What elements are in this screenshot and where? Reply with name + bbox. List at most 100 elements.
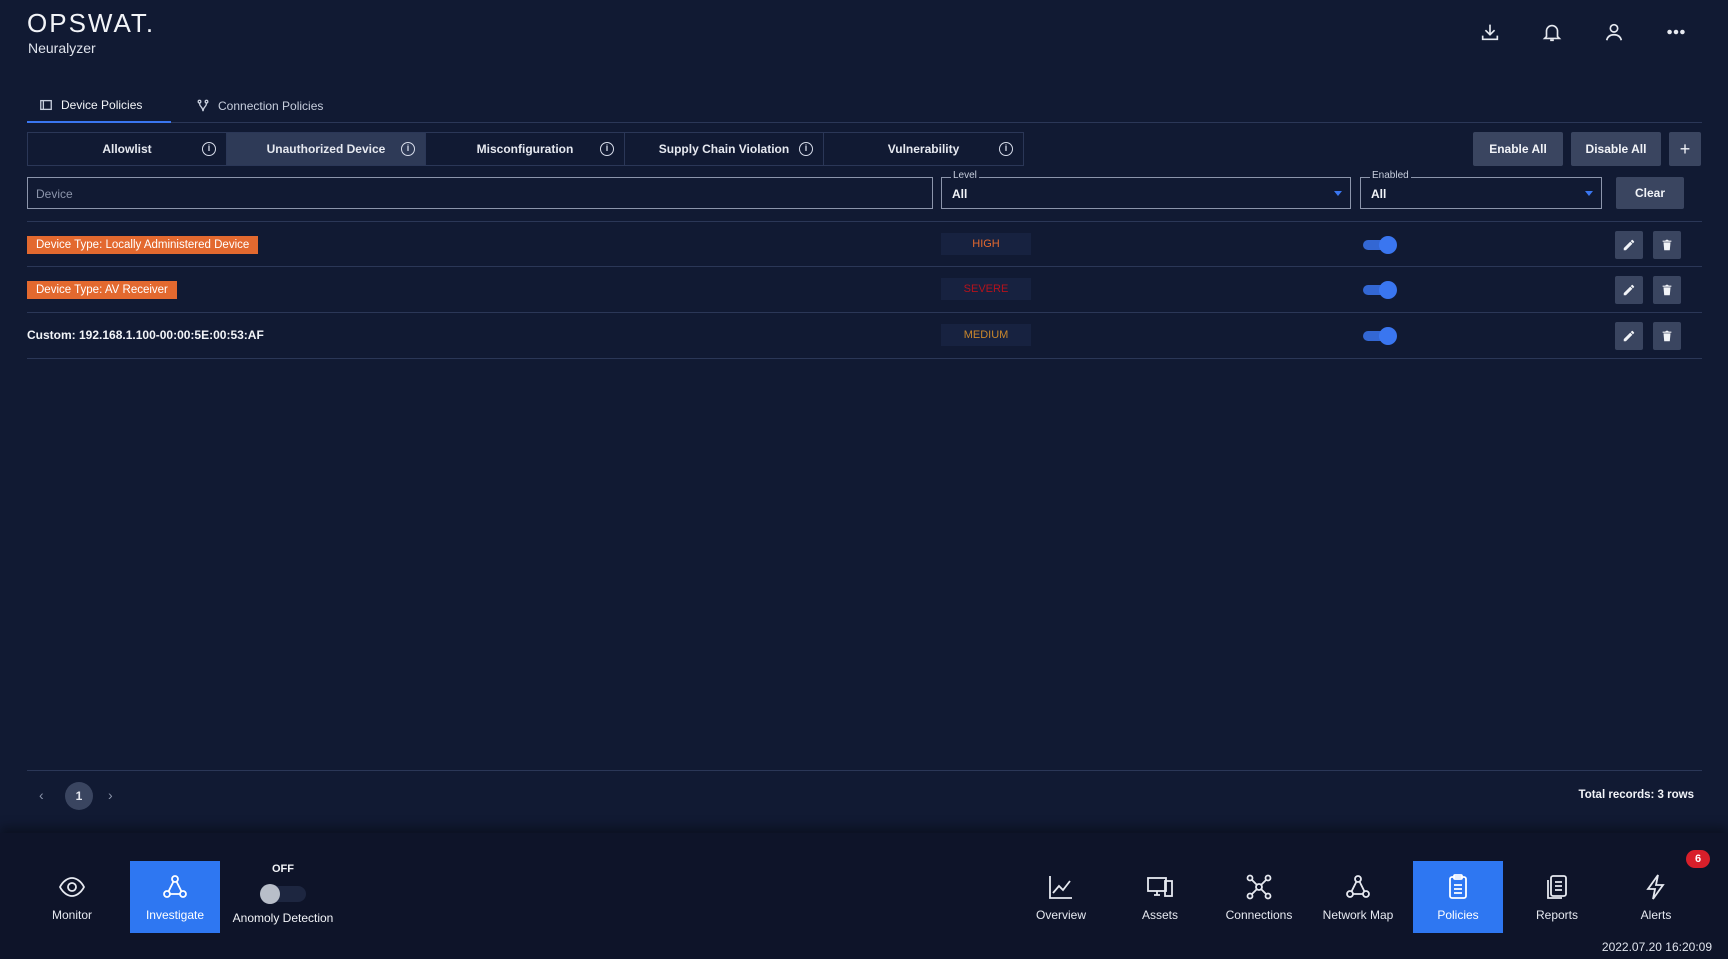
- tab-device-policies[interactable]: Device Policies: [27, 88, 171, 123]
- policy-list: Device Type: Locally Administered Device…: [27, 221, 1702, 359]
- nav-label: Connections: [1225, 908, 1293, 922]
- nav-label: Reports: [1535, 908, 1579, 922]
- download-icon[interactable]: [1478, 20, 1502, 44]
- nav-policies[interactable]: Policies: [1413, 861, 1503, 933]
- nav-label: Investigate: [145, 908, 205, 922]
- enabled-select[interactable]: Enabled All: [1360, 170, 1602, 209]
- subtab-label: Unauthorized Device: [266, 142, 386, 156]
- disable-all-button[interactable]: Disable All: [1571, 132, 1661, 166]
- device-icon: [40, 99, 52, 110]
- edit-button[interactable]: [1615, 231, 1643, 259]
- level-select[interactable]: Level All: [941, 170, 1351, 209]
- bulk-actions: Enable All Disable All +: [1473, 132, 1701, 166]
- anomaly-state: OFF: [272, 863, 294, 875]
- nav-label: Network Map: [1322, 908, 1394, 922]
- next-page-button[interactable]: ›: [108, 787, 113, 803]
- delete-button[interactable]: [1653, 276, 1681, 304]
- nav-reports[interactable]: Reports: [1512, 861, 1602, 933]
- category-subtabs: Allowlist i Unauthorized Device i Miscon…: [27, 132, 1024, 166]
- pagination: ‹ 1 › Total records: 3 rows: [27, 770, 1702, 820]
- clear-button[interactable]: Clear: [1616, 177, 1684, 209]
- more-icon[interactable]: [1664, 20, 1688, 44]
- trash-icon: [1662, 239, 1672, 251]
- edit-button[interactable]: [1615, 322, 1643, 350]
- pencil-icon: [1623, 330, 1635, 342]
- enabled-toggle[interactable]: [1363, 327, 1397, 345]
- reports-icon: [1547, 875, 1567, 899]
- policy-name: Custom: 192.168.1.100-00:00:5E:00:53:AF: [27, 328, 264, 342]
- info-icon[interactable]: i: [202, 142, 216, 156]
- page-number-button[interactable]: 1: [65, 782, 93, 810]
- chevron-down-icon: [1585, 191, 1593, 196]
- delete-button[interactable]: [1653, 231, 1681, 259]
- subtab-label: Allowlist: [102, 142, 152, 156]
- policy-tabs: Device Policies Connection Policies: [27, 88, 1702, 123]
- enabled-toggle[interactable]: [1363, 236, 1397, 254]
- user-icon[interactable]: [1602, 20, 1626, 44]
- pencil-icon: [1623, 284, 1635, 296]
- nav-label: Alerts: [1640, 908, 1672, 922]
- level-badge: MEDIUM: [941, 324, 1031, 346]
- info-icon[interactable]: i: [600, 142, 614, 156]
- enabled-value: All: [1371, 187, 1387, 201]
- enable-all-button[interactable]: Enable All: [1473, 132, 1563, 166]
- subtab-misconfiguration[interactable]: Misconfiguration i: [426, 133, 625, 165]
- enabled-label: Enabled: [1370, 170, 1411, 181]
- assets-icon: [1147, 877, 1173, 897]
- tab-connection-policies[interactable]: Connection Policies: [184, 88, 335, 123]
- chevron-down-icon: [1334, 191, 1342, 196]
- info-icon[interactable]: i: [799, 142, 813, 156]
- level-badge: SEVERE: [941, 278, 1031, 300]
- add-policy-button[interactable]: +: [1669, 132, 1701, 166]
- subtab-allowlist[interactable]: Allowlist i: [28, 133, 227, 165]
- eye-icon: [58, 877, 86, 897]
- nav-monitor[interactable]: Monitor: [27, 861, 117, 933]
- subtab-supply-chain-violation[interactable]: Supply Chain Violation i: [625, 133, 824, 165]
- info-icon[interactable]: i: [999, 142, 1013, 156]
- nav-label: Overview: [1035, 908, 1086, 922]
- policy-name-tag: Device Type: AV Receiver: [27, 281, 177, 299]
- subtab-unauthorized-device[interactable]: Unauthorized Device i: [227, 133, 426, 165]
- nav-investigate[interactable]: Investigate: [130, 861, 220, 933]
- nav-label: Policies: [1437, 908, 1479, 922]
- logo: OPSWAT.: [27, 8, 156, 38]
- nav-overview[interactable]: Overview: [1016, 861, 1106, 933]
- nav-label: Monitor: [51, 908, 92, 922]
- nav-assets[interactable]: Assets: [1115, 861, 1205, 933]
- nav-alerts[interactable]: Alerts: [1611, 861, 1701, 933]
- network-icon: [163, 875, 187, 898]
- table-row: Device Type: Locally Administered Device…: [27, 221, 1702, 267]
- clipboard-icon: [1449, 874, 1467, 899]
- pencil-icon: [1623, 239, 1635, 251]
- bell-icon[interactable]: [1540, 20, 1564, 44]
- trash-icon: [1662, 330, 1672, 342]
- nav-connections[interactable]: Connections: [1214, 861, 1304, 933]
- anomaly-toggle[interactable]: [260, 883, 306, 905]
- lightning-icon: [1646, 874, 1665, 900]
- fork-icon: [197, 99, 209, 111]
- anomaly-detection: OFF Anomoly Detection: [228, 863, 338, 935]
- network-map-icon: [1346, 875, 1370, 898]
- edit-button[interactable]: [1615, 276, 1643, 304]
- info-icon[interactable]: i: [401, 142, 415, 156]
- total-records: Total records: 3 rows: [1578, 789, 1694, 801]
- tab-connection-policies-label: Connection Policies: [218, 98, 324, 113]
- prev-page-button[interactable]: ‹: [39, 787, 44, 803]
- timestamp: 2022.07.20 16:20:09: [1601, 940, 1712, 954]
- table-row: Device Type: AV Receiver SEVERE: [27, 267, 1702, 313]
- level-label: Level: [951, 170, 979, 181]
- chart-icon: [1049, 876, 1072, 899]
- subtab-vulnerability[interactable]: Vulnerability i: [824, 133, 1023, 165]
- subtab-label: Misconfiguration: [476, 142, 574, 156]
- header-actions: [1478, 20, 1688, 44]
- device-search-input[interactable]: Device: [27, 177, 933, 209]
- delete-button[interactable]: [1653, 322, 1681, 350]
- enabled-toggle[interactable]: [1363, 281, 1397, 299]
- nav-network-map[interactable]: Network Map: [1313, 861, 1403, 933]
- trash-icon: [1662, 284, 1672, 296]
- alerts-count-badge: 6: [1686, 850, 1710, 868]
- nav-label: Assets: [1141, 908, 1178, 922]
- policy-name-tag: Device Type: Locally Administered Device: [27, 236, 259, 254]
- subtab-label: Supply Chain Violation: [658, 142, 790, 156]
- subtab-label: Vulnerability: [887, 142, 960, 156]
